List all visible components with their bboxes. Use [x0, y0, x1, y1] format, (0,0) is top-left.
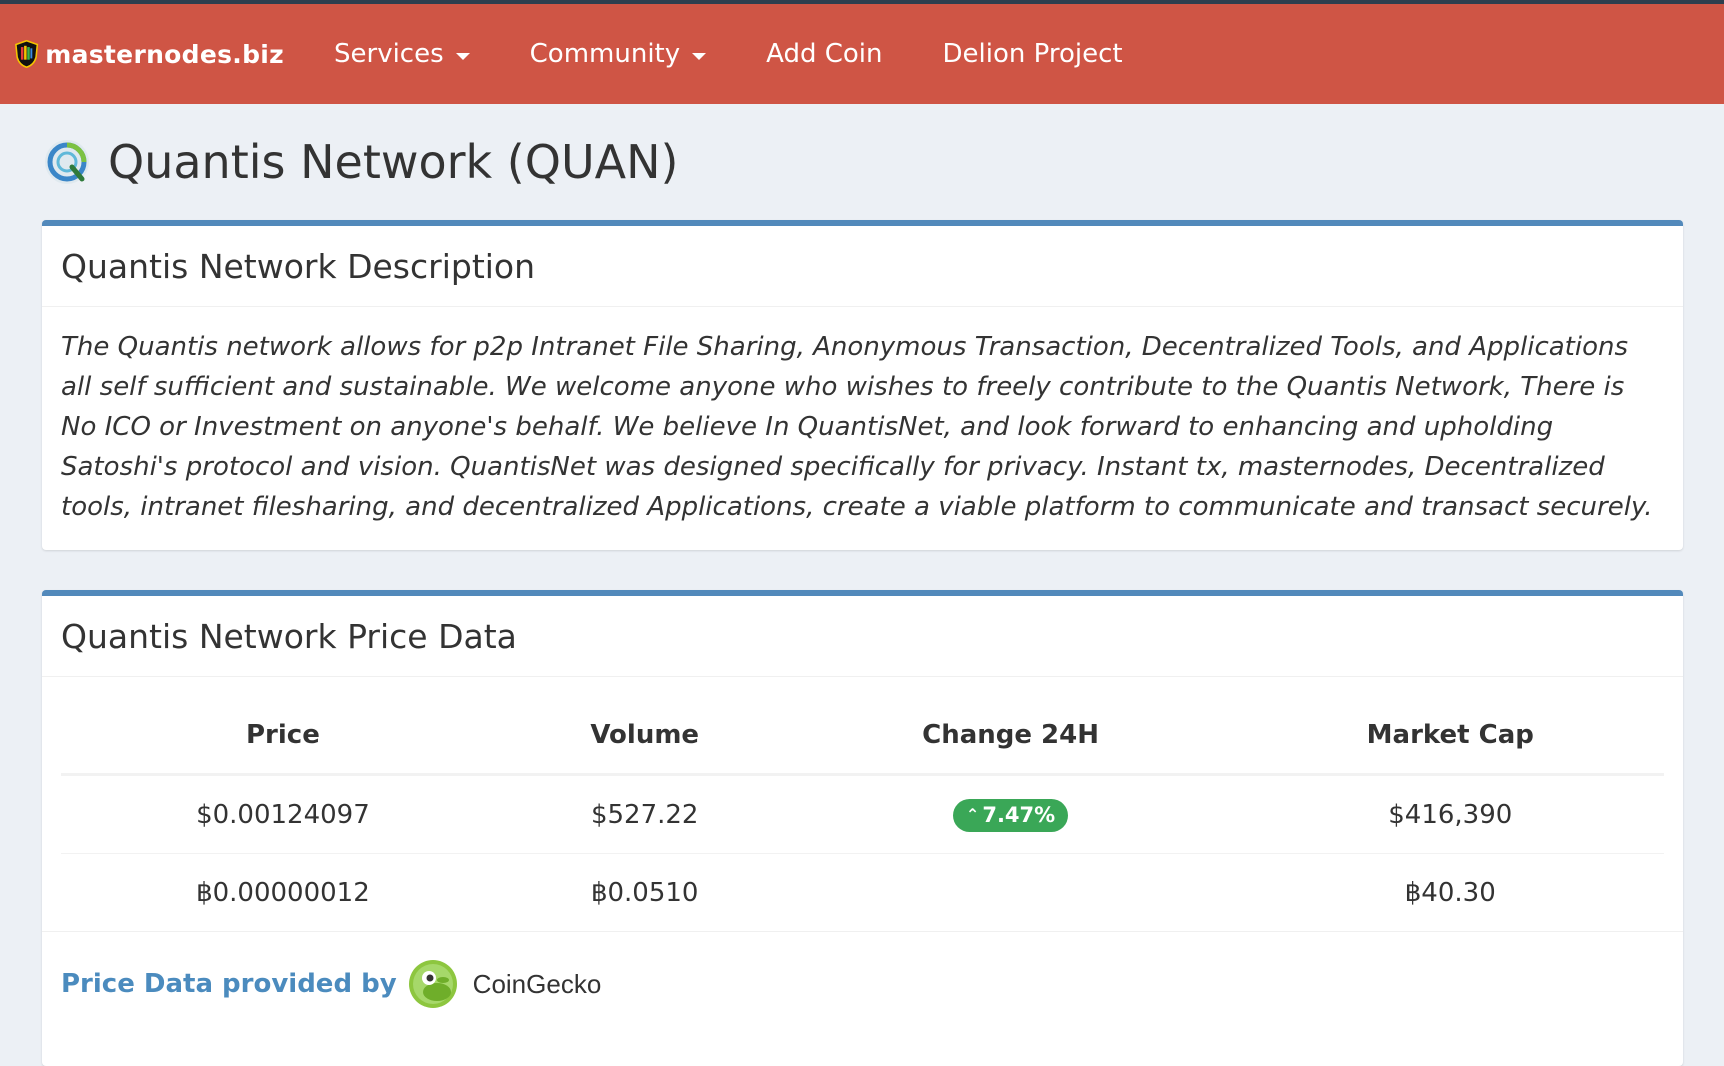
caret-down-icon [455, 52, 470, 60]
provider-name[interactable]: CoinGecko [473, 969, 602, 1000]
caret-down-icon [692, 52, 707, 60]
table-row-btc: ฿0.00000012 ฿0.0510 ฿40.30 [61, 854, 1664, 932]
page-title-row: Quantis Network (QUAN) [42, 104, 1683, 220]
column-header-price: Price [61, 697, 505, 776]
nav-community-label: Community [529, 39, 681, 69]
quantis-logo-icon [45, 140, 89, 184]
nav-delion-project-label: Delion Project [942, 39, 1123, 69]
nav-add-coin-label: Add Coin [766, 39, 883, 69]
btc-change [785, 854, 1237, 932]
change-value: 7.47% [982, 802, 1056, 827]
column-header-market-cap: Market Cap [1236, 697, 1664, 776]
main-content: Quantis Network (QUAN) Quantis Network D… [0, 104, 1724, 1066]
brand-name: masternodes.biz [45, 39, 284, 69]
column-header-change: Change 24H [784, 697, 1237, 776]
table-row-usd: $0.00124097 $527.22 ⌃ 7.47% $416,390 [61, 774, 1664, 854]
usd-change-cell: ⌃ 7.47% [784, 774, 1237, 854]
table-header-row: Price Volume Change 24H Market Cap [61, 697, 1664, 776]
price-data-footer: Price Data provided by CoinGecko [42, 931, 1683, 1036]
shield-logo-icon [15, 39, 39, 69]
price-data-box: Quantis Network Price Data Price Volume … [42, 590, 1683, 1066]
usd-market-cap: $416,390 [1236, 774, 1664, 854]
price-table-wrap: Price Volume Change 24H Market Cap $0.00… [42, 677, 1683, 931]
description-box: Quantis Network Description The Quantis … [42, 220, 1683, 550]
price-table: Price Volume Change 24H Market Cap $0.00… [61, 697, 1664, 931]
navbar: masternodes.biz Services Community Add C… [0, 4, 1724, 104]
usd-volume: $527.22 [504, 774, 785, 854]
usd-price: $0.00124097 [61, 774, 505, 854]
nav-services[interactable]: Services [334, 39, 470, 69]
nav-delion-project[interactable]: Delion Project [943, 39, 1123, 69]
nav-add-coin[interactable]: Add Coin [766, 39, 882, 69]
provider-label: Price Data provided by [61, 969, 397, 999]
double-chevron-up-icon: ⌃ [965, 805, 980, 825]
description-text: The Quantis network allows for p2p Intra… [61, 332, 1653, 522]
btc-price: ฿0.00000012 [196, 877, 370, 908]
price-data-heading: Quantis Network Price Data [42, 596, 1683, 677]
nav-services-label: Services [334, 39, 444, 69]
coingecko-logo-icon[interactable] [407, 958, 459, 1010]
brand-link[interactable]: masternodes.biz [14, 31, 284, 77]
change-badge: ⌃ 7.47% [952, 798, 1069, 832]
nav-community[interactable]: Community [529, 39, 707, 69]
btc-volume: ฿0.0510 [590, 877, 699, 908]
column-header-volume: Volume [504, 697, 785, 776]
btc-market-cap: ฿40.30 [1404, 877, 1496, 908]
page-title: Quantis Network (QUAN) [108, 135, 679, 189]
description-heading: Quantis Network Description [42, 226, 1683, 307]
